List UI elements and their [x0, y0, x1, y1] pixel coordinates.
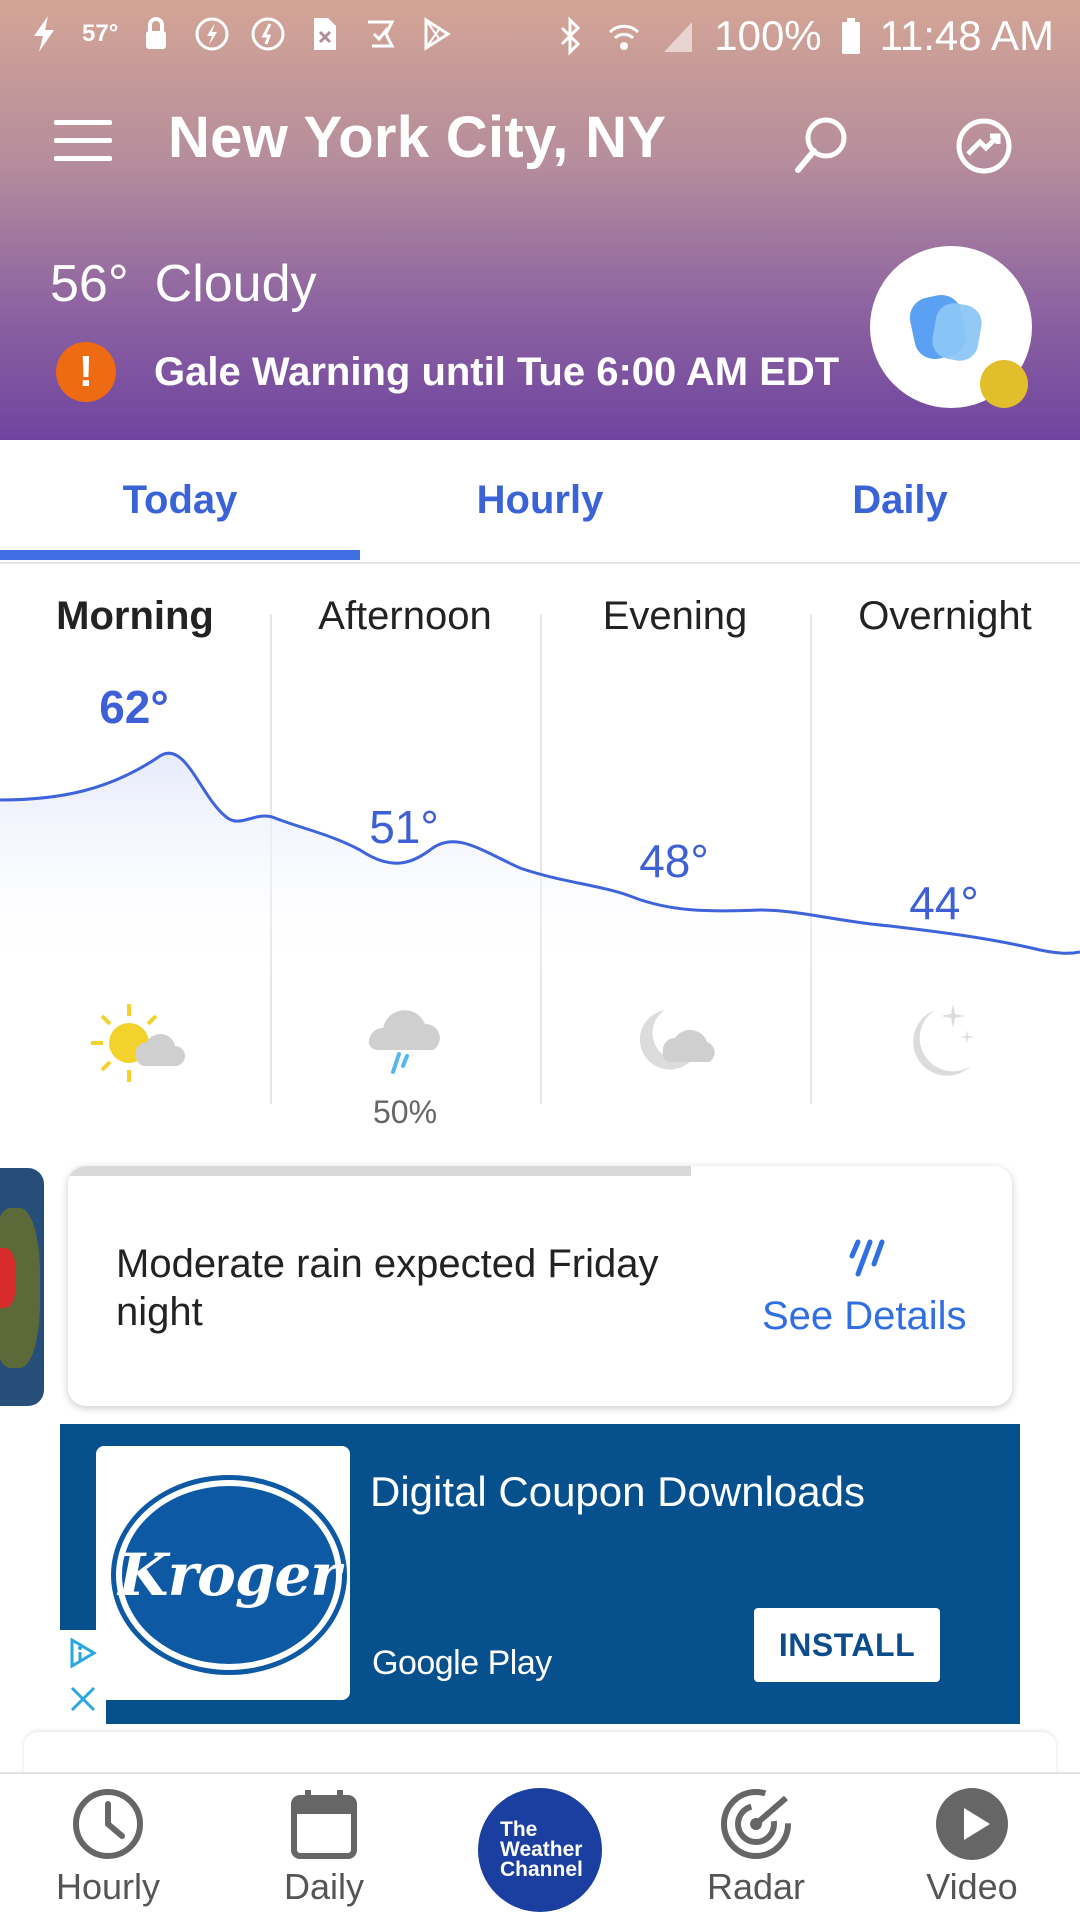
current-conditions: 56° Cloudy: [50, 254, 317, 314]
lock-icon: [138, 14, 174, 54]
adchoices-icon[interactable]: [68, 1637, 98, 1669]
ad-store-label: Google Play: [372, 1644, 552, 1682]
status-temperature: 57°: [82, 20, 119, 47]
wifi-icon: [606, 16, 642, 56]
period-overnight[interactable]: Overnight: [810, 594, 1080, 639]
install-button[interactable]: INSTALL: [754, 1608, 940, 1682]
menu-icon[interactable]: [54, 120, 112, 168]
assistant-button[interactable]: [870, 246, 1032, 408]
status-time: 11:48 AM: [879, 12, 1054, 59]
bluetooth-icon: [552, 16, 588, 56]
card-progress-fill: [68, 1166, 692, 1176]
nav-radar-label: Radar: [706, 1866, 806, 1907]
moon-stars-icon: [895, 1000, 995, 1086]
weather-channel-logo[interactable]: The Weather Channel: [478, 1788, 602, 1912]
ad-logo: Kroger: [96, 1446, 350, 1700]
search-icon[interactable]: [792, 114, 850, 176]
nav-radar[interactable]: Radar: [666, 1784, 846, 1908]
nav-daily[interactable]: Daily: [234, 1784, 414, 1908]
tab-indicator: [0, 550, 360, 560]
status-bar: 57° 100% 11:48 AM: [0, 0, 1080, 78]
battery-percent: 100%: [714, 12, 822, 59]
alert-text: Gale Warning until Tue 6:00 AM EDT: [154, 349, 840, 394]
alert-icon: !: [56, 342, 116, 402]
weather-alert[interactable]: ! Gale Warning until Tue 6:00 AM EDT: [56, 342, 839, 402]
nav-hourly-label: Hourly: [55, 1866, 161, 1907]
current-condition: Cloudy: [154, 255, 317, 313]
precip-chance: 50%: [372, 1094, 438, 1130]
ad-banner[interactable]: Kroger Digital Coupon Downloads Google P…: [60, 1424, 1020, 1724]
play-icon: [932, 1784, 1012, 1864]
nav-video-label: Video: [926, 1866, 1018, 1907]
document-icon: [306, 14, 342, 54]
play-store-icon: [418, 14, 454, 54]
rain-alert-card[interactable]: Moderate rain expected Friday night See …: [68, 1166, 1012, 1406]
trending-location-icon[interactable]: [954, 116, 1014, 176]
current-temperature: 56°: [50, 255, 129, 313]
nav-hourly[interactable]: Hourly: [18, 1784, 198, 1908]
check-flag-icon: [362, 14, 398, 54]
sun-cloud-icon: [85, 1000, 185, 1086]
signal-icon: [660, 16, 696, 56]
close-ad-icon[interactable]: [68, 1684, 98, 1714]
nav-daily-label: Daily: [283, 1866, 364, 1907]
temp-evening: 48°: [639, 835, 709, 887]
temp-morning: 62°: [99, 681, 169, 733]
ad-choices[interactable]: [60, 1630, 106, 1724]
temperature-curve: [0, 751, 1080, 980]
period-evening[interactable]: Evening: [540, 594, 810, 639]
location-title[interactable]: New York City, NY: [168, 104, 666, 171]
radar-map-card[interactable]: [0, 1168, 44, 1406]
radar-icon: [716, 1784, 796, 1864]
tab-daily[interactable]: Daily: [720, 440, 1080, 562]
twc-logo-text: The Weather Channel: [500, 1818, 583, 1881]
forecast-tabs: Today Hourly Daily: [0, 440, 1080, 564]
moon-cloud-icon: [625, 1000, 725, 1086]
see-details-link[interactable]: See Details: [762, 1294, 967, 1339]
rain-drops-icon: [844, 1234, 894, 1284]
quick-charge-icon: [194, 14, 230, 54]
rain-message: Moderate rain expected Friday night: [116, 1242, 659, 1334]
battery-icon: [840, 16, 862, 56]
kroger-logo-text: Kroger: [118, 1541, 341, 1609]
clock-bolt-icon: [250, 14, 286, 54]
header: 57° 100% 11:48 AM New York City, NY 56° …: [0, 0, 1080, 440]
period-afternoon[interactable]: Afternoon: [270, 594, 540, 639]
ad-title: Digital Coupon Downloads: [370, 1468, 865, 1515]
tab-today[interactable]: Today: [0, 440, 360, 562]
clock-icon: [68, 1784, 148, 1864]
bottom-navigation: Hourly Daily The Weather Channel Radar V…: [0, 1772, 1080, 1922]
rain-cloud-icon: [355, 1000, 455, 1086]
next-card-edge: [24, 1732, 1056, 1772]
flash-icon: [26, 14, 62, 54]
temp-overnight: 44°: [909, 877, 979, 929]
tab-hourly[interactable]: Hourly: [360, 440, 720, 562]
temp-afternoon: 51°: [369, 801, 439, 853]
notification-dot: [980, 360, 1028, 408]
calendar-icon: [284, 1784, 364, 1864]
nav-video[interactable]: Video: [882, 1784, 1062, 1908]
period-morning[interactable]: Morning: [0, 594, 270, 639]
